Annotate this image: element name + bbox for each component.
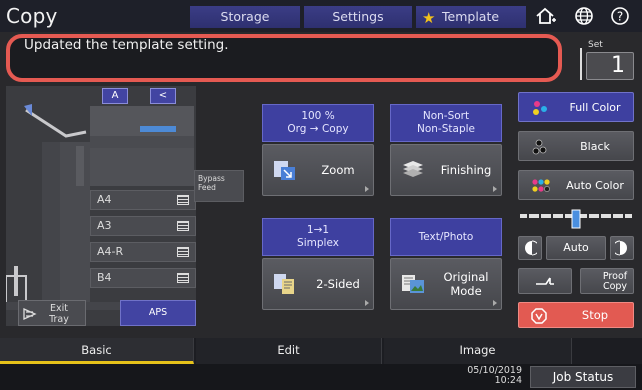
duplex-status: 1→1 Simplex (262, 218, 374, 256)
top-bar: Copy Storage Settings ★ Template ? (0, 0, 642, 32)
zoom-ratio: 100 % (301, 110, 335, 122)
density-auto-button[interactable]: Auto (546, 236, 606, 260)
copy-count-display[interactable]: 1 (586, 52, 634, 80)
density-slider[interactable] (518, 208, 634, 230)
tray-a4[interactable]: A4 (90, 190, 196, 210)
interrupt-button[interactable] (518, 268, 572, 294)
paper-icon (177, 247, 189, 257)
finishing-icon (403, 161, 423, 177)
aps-button[interactable]: APS (120, 300, 196, 326)
more-indicator-icon (365, 300, 369, 306)
lighter-icon (525, 240, 540, 256)
copy-screen: Copy Storage Settings ★ Template ? Updat… (0, 0, 642, 390)
proof-copy-button[interactable]: Proof Copy (580, 268, 634, 294)
finishing-button[interactable]: Finishing (390, 144, 502, 196)
paper-icon (177, 273, 189, 283)
orientation-a-button[interactable]: A (102, 88, 128, 104)
globe-icon[interactable] (570, 6, 598, 28)
zoom-button[interactable]: Zoom (262, 144, 374, 196)
auto-color-button[interactable]: Auto Color (518, 170, 634, 200)
tray-a4r[interactable]: A4-R (90, 242, 196, 262)
original-mode-label: Original Mode (443, 270, 489, 298)
full-color-button[interactable]: Full Color (518, 92, 634, 122)
slider-thumb (571, 209, 581, 229)
job-status-button[interactable]: Job Status (530, 366, 636, 388)
stop-label: Stop (581, 308, 609, 322)
stop-icon (531, 308, 547, 324)
zoom-icon (274, 161, 295, 180)
tab-image[interactable]: Image (384, 338, 572, 364)
set-divider (580, 48, 582, 80)
star-icon: ★ (422, 9, 436, 27)
tab-edit[interactable]: Edit (196, 338, 382, 364)
tab-template-label: Template (442, 9, 500, 24)
tray-label: A4-R (97, 245, 124, 258)
tray-label: A3 (97, 219, 112, 232)
interrupt-icon (536, 277, 554, 285)
more-indicator-icon (493, 300, 497, 306)
tab-settings[interactable]: Settings (304, 6, 412, 28)
tab-basic[interactable]: Basic (0, 338, 194, 364)
tray-label: A4 (97, 193, 112, 206)
more-indicator-icon (493, 186, 497, 192)
density-darker-button[interactable] (610, 236, 634, 260)
help-icon[interactable]: ? (606, 6, 634, 28)
finishing-staple: Non-Staple (417, 123, 475, 135)
original-mode-button[interactable]: Original Mode (390, 258, 502, 310)
auto-color-label: Auto Color (566, 178, 624, 192)
orientation-b-button[interactable]: < (150, 88, 176, 104)
two-sided-icon (274, 274, 294, 294)
time: 10:24 (494, 375, 522, 386)
black-button[interactable]: Black (518, 131, 634, 161)
tab-storage[interactable]: Storage (190, 6, 300, 28)
duplex-detail: Simplex (297, 237, 339, 249)
paper-icon (177, 195, 189, 205)
finishing-sort: Non-Sort (422, 110, 470, 122)
machine-panel: A < A4 A3 A4-R B4 (6, 86, 196, 326)
zoom-detail: Org → Copy (287, 123, 349, 135)
date-time: 05/10/2019 10:24 (460, 366, 522, 386)
tray-label: B4 (97, 271, 112, 284)
zoom-status: 100 % Org → Copy (262, 104, 374, 142)
auto-color-icon (532, 179, 550, 192)
darker-icon (612, 240, 627, 256)
black-label: Black (580, 139, 610, 153)
bottom-tab-bar: Basic Edit Image (0, 338, 642, 364)
finishing-status: Non-Sort Non-Staple (390, 104, 502, 142)
original-mode-value: Text/Photo (418, 231, 474, 243)
full-color-label: Full Color (569, 100, 621, 114)
set-label: Set (588, 40, 603, 50)
density-lighter-button[interactable] (518, 236, 542, 260)
original-mode-status: Text/Photo (390, 218, 502, 256)
tray-b4[interactable]: B4 (90, 268, 196, 288)
more-indicator-icon (365, 186, 369, 192)
two-sided-label: 2-Sided (316, 277, 360, 291)
two-sided-button[interactable]: 2-Sided (262, 258, 374, 310)
full-color-icon (533, 101, 547, 115)
tab-template[interactable]: ★ Template (416, 6, 526, 28)
tray-a3[interactable]: A3 (90, 216, 196, 236)
exit-tray-button[interactable]: Exit Tray (18, 300, 86, 326)
exit-tray-label: Exit Tray (49, 303, 69, 325)
svg-text:?: ? (617, 10, 623, 24)
home-icon[interactable] (532, 6, 560, 28)
exit-tray-icon (23, 307, 37, 321)
bypass-feed-button[interactable]: Bypass Feed (194, 170, 244, 202)
paper-icon (177, 221, 189, 231)
zoom-label: Zoom (321, 163, 355, 177)
black-mode-icon (532, 139, 547, 155)
stop-button[interactable]: Stop (518, 302, 634, 328)
page-title: Copy (6, 4, 58, 28)
duplex-mode: 1→1 (306, 224, 330, 236)
original-mode-icon (402, 275, 424, 293)
finishing-label: Finishing (440, 163, 492, 177)
message-text: Updated the template setting. (24, 37, 229, 53)
